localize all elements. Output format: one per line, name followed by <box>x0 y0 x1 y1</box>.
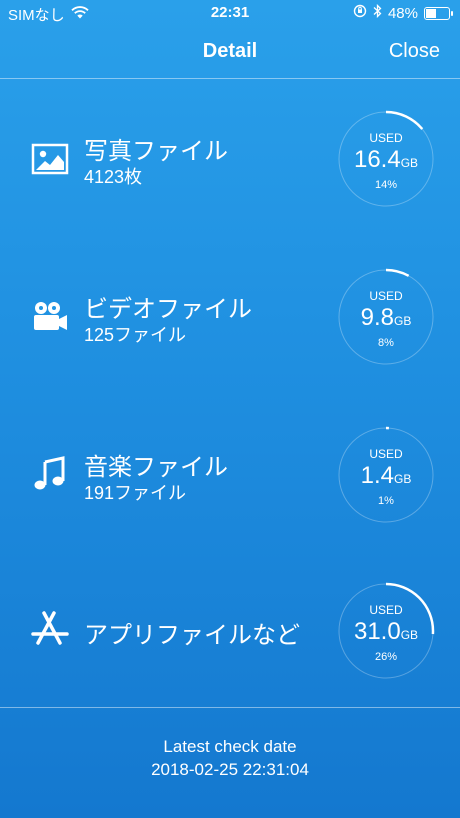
used-label: USED <box>369 131 403 145</box>
battery-percent: 48% <box>387 4 418 22</box>
usage-gauge: USED 9.8GB 8% <box>336 267 436 367</box>
music-note-icon <box>30 453 70 493</box>
item-name: アプリファイルなど <box>84 622 300 649</box>
item-count: 191ファイル <box>84 483 187 503</box>
used-percent: 8% <box>378 337 394 349</box>
status-right: 48% <box>353 3 453 22</box>
latest-check-label: Latest check date <box>163 737 297 756</box>
orientation-lock-icon <box>353 4 367 22</box>
bluetooth-icon <box>373 3 382 22</box>
app-store-icon <box>30 609 70 649</box>
list-item-apps[interactable]: アプリファイルなど USED 31.0GB 26% <box>0 553 460 711</box>
footer: Latest check date 2018-02-25 22:31:04 <box>0 735 460 781</box>
close-button[interactable]: Close <box>389 40 440 63</box>
used-label: USED <box>369 603 403 617</box>
list-item-music[interactable]: 音楽ファイル 191ファイル USED 1.4GB 1% <box>0 395 460 553</box>
used-percent: 14% <box>374 179 398 191</box>
item-count: 125ファイル <box>84 325 187 345</box>
used-label: USED <box>369 447 403 461</box>
latest-check-date: 2018-02-25 22:31:04 <box>151 760 309 779</box>
navigation-bar: Detail Close <box>0 26 460 78</box>
list-item-videos[interactable]: ビデオファイル 125ファイル USED 9.8GB 8% <box>0 237 460 395</box>
item-count: 4123枚 <box>84 167 143 187</box>
list-item-photos[interactable]: 写真ファイル 4123枚 USED 16.4GB 14% <box>0 79 460 237</box>
battery-icon <box>424 6 453 20</box>
footer-divider <box>0 707 460 708</box>
used-percent: 1% <box>378 495 394 507</box>
usage-gauge: USED 16.4GB 14% <box>336 109 436 209</box>
status-bar: SIMなし 22:31 48% <box>0 0 460 26</box>
usage-gauge: USED 31.0GB 26% <box>336 581 436 681</box>
used-label: USED <box>369 289 403 303</box>
usage-gauge: USED 1.4GB 1% <box>336 425 436 525</box>
used-value: 1.4GB <box>360 462 412 489</box>
item-name: ビデオファイル <box>84 296 252 323</box>
item-name: 音楽ファイル <box>84 454 228 481</box>
used-value: 16.4GB <box>353 146 419 173</box>
item-name: 写真ファイル <box>84 138 228 165</box>
photo-icon <box>30 139 70 179</box>
used-value: 9.8GB <box>360 304 412 331</box>
video-camera-icon <box>30 297 70 337</box>
used-percent: 26% <box>374 651 398 663</box>
used-value: 31.0GB <box>353 618 419 645</box>
